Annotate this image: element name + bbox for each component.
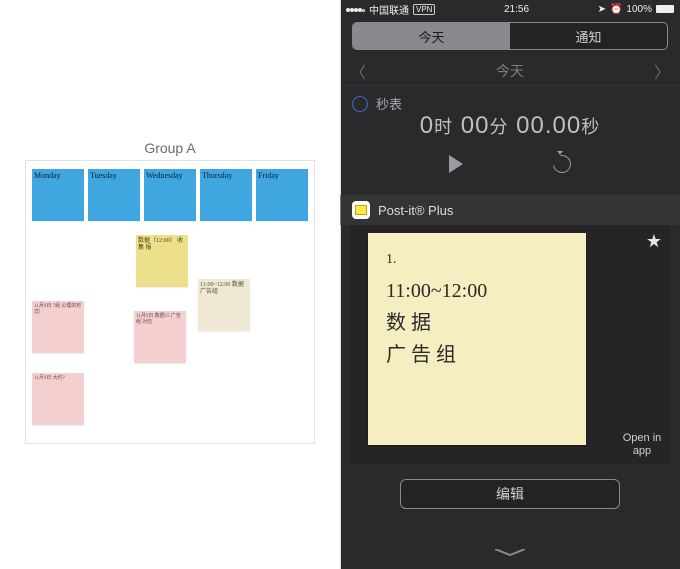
board-title: Group A [0, 140, 340, 156]
postit-board-screenshot: Group A Monday Tuesday Wednesday Thursda… [0, 0, 340, 569]
note-wednesday[interactable]: Wednesday [144, 169, 196, 221]
battery-label: 100% [626, 4, 652, 15]
statusbar-time: 21:56 [504, 4, 529, 15]
note-line-4: 广 告 组 [386, 339, 568, 371]
note-thursday[interactable]: Thursday [200, 169, 252, 221]
note-line-2: 11:00~12:00 [386, 275, 568, 307]
postit-widget-header: Post-it® Plus [340, 195, 680, 225]
alarm-icon: ⏰ [610, 4, 622, 15]
battery-icon [656, 5, 674, 13]
note-tuesday[interactable]: Tuesday [88, 169, 140, 221]
vpn-badge: VPN [413, 4, 435, 15]
star-icon[interactable]: ★ [646, 231, 662, 252]
grabber-icon[interactable] [495, 549, 525, 555]
location-icon: ➤ [598, 4, 606, 15]
signal-dots-icon [346, 4, 365, 15]
clock-icon [352, 96, 368, 112]
note-pink-1[interactable]: 11月9日 7组 公理的形式! [32, 301, 84, 353]
edit-button[interactable]: 编辑 [400, 479, 620, 509]
reset-icon[interactable] [549, 151, 574, 176]
sw-mins: 00 [461, 112, 490, 139]
stopwatch-title: 秒表 [376, 94, 402, 113]
sw-secs: 00.00 [516, 112, 581, 139]
chevron-left-icon[interactable]: 〈 [350, 59, 366, 83]
note-monday[interactable]: Monday [32, 169, 84, 221]
day-label: 今天 [496, 61, 524, 81]
note-pink-2[interactable]: 11月9日 数据15 广告组 对应 [134, 311, 186, 363]
sw-unit-h: 时 [434, 117, 453, 137]
stopwatch-controls [340, 155, 680, 173]
note-line-1: 1. [386, 249, 568, 271]
segmented-control[interactable]: 今天 通知 [352, 22, 668, 50]
sw-unit-s: 秒 [581, 117, 600, 137]
postit-title: Post-it® Plus [378, 203, 453, 218]
tab-today[interactable]: 今天 [353, 23, 510, 49]
postit-widget-body: ★ 1. 11:00~12:00 数 据 广 告 组 Open in app [350, 225, 670, 464]
note-pink-3[interactable]: 11月9日 大约? [32, 373, 84, 425]
sw-hours: 0 [420, 112, 434, 139]
chevron-right-icon[interactable]: 〉 [654, 59, 670, 83]
board-frame: Monday Tuesday Wednesday Thursday Friday… [25, 160, 315, 444]
note-yellow-2[interactable]: 11:00~12:00 数据 广告组 [198, 279, 250, 331]
day-navigator: 〈 今天 〉 [340, 56, 680, 86]
note-yellow-1[interactable]: 数据（12:00） 收集 报 [136, 235, 188, 287]
open-in-app-button[interactable]: Open in app [620, 432, 664, 458]
postit-app-icon [352, 201, 370, 219]
stopwatch-display: 0时 00分 00.00秒 [340, 112, 680, 140]
carrier-label: 中国联通 [369, 2, 409, 17]
play-icon[interactable] [449, 155, 463, 173]
postit-note-card[interactable]: 1. 11:00~12:00 数 据 广 告 组 [368, 233, 586, 445]
note-friday[interactable]: Friday [256, 169, 308, 221]
ios-notification-center: 中国联通 VPN 21:56 ➤ ⏰ 100% 今天 通知 〈 今天 〉 秒表 … [340, 0, 680, 569]
sw-unit-m: 分 [490, 117, 509, 137]
status-bar: 中国联通 VPN 21:56 ➤ ⏰ 100% [340, 0, 680, 18]
tab-notifications[interactable]: 通知 [510, 23, 667, 49]
note-line-3: 数 据 [386, 307, 568, 339]
